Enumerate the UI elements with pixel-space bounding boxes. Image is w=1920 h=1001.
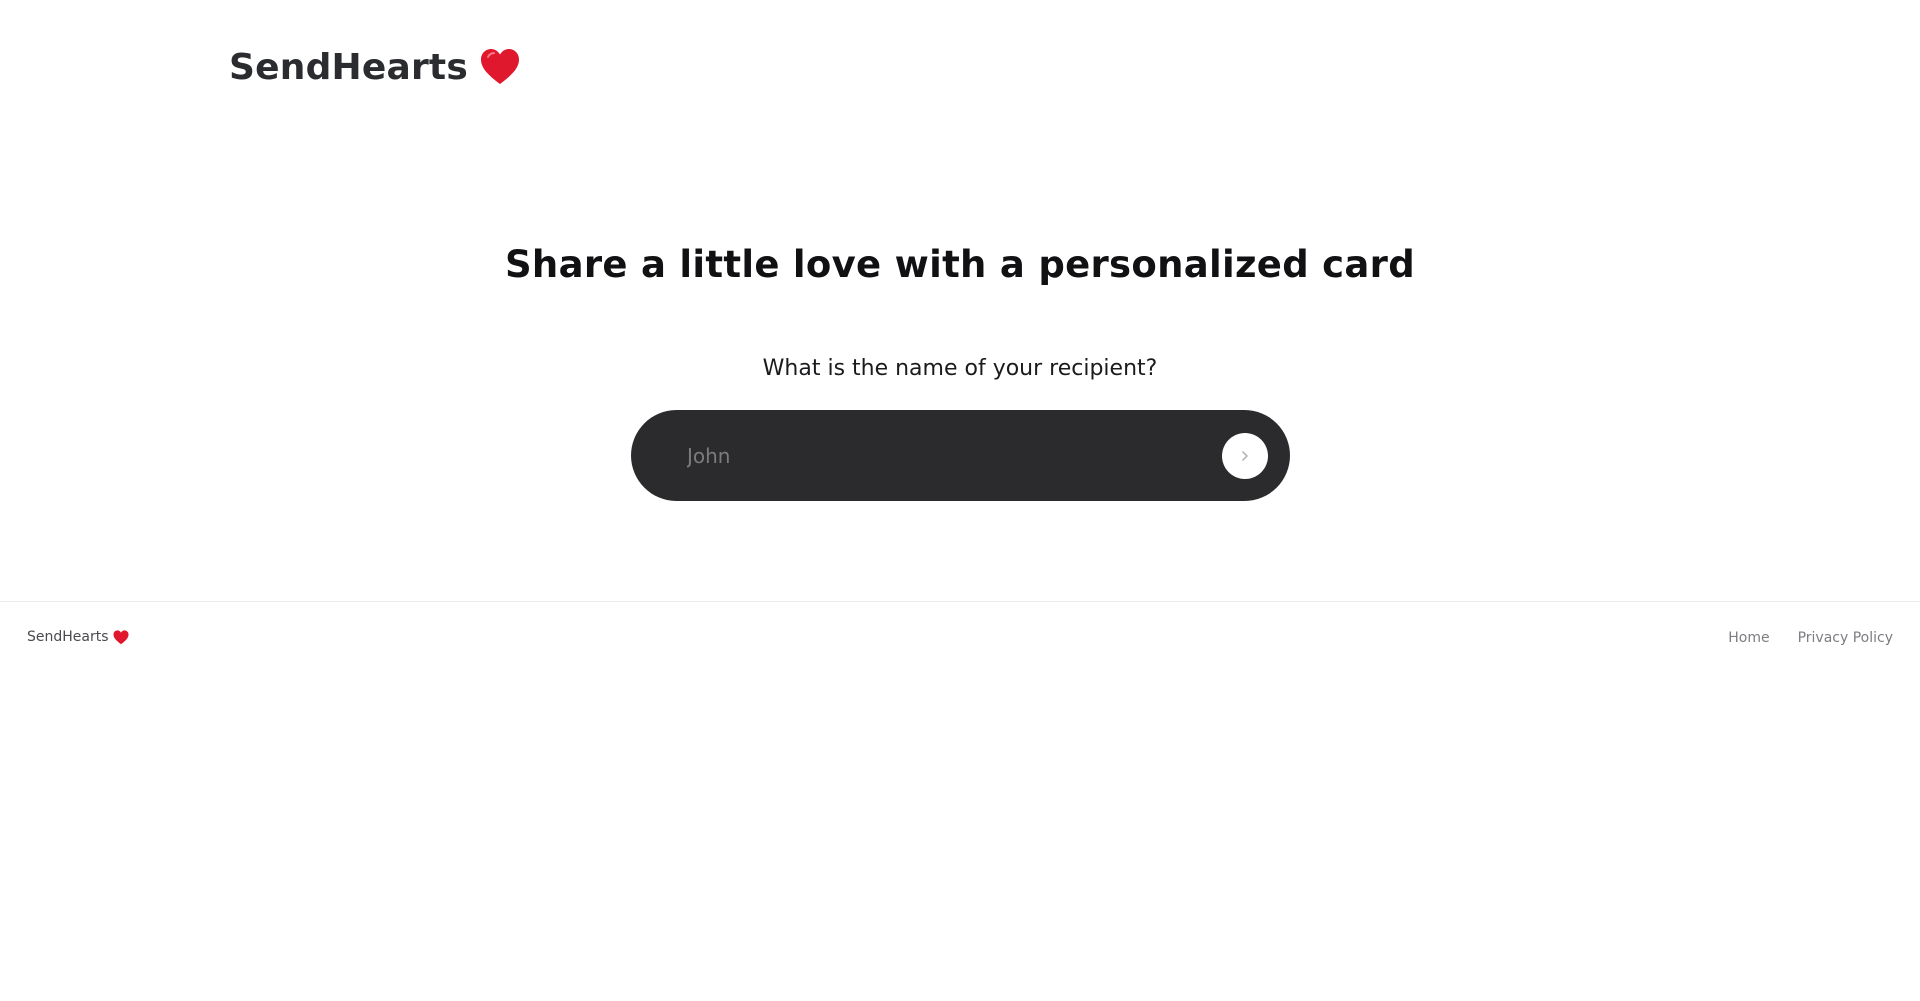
footer-link-privacy-policy[interactable]: Privacy Policy	[1798, 630, 1893, 646]
recipient-name-input[interactable]	[687, 430, 1222, 481]
footer-nav: Home Privacy Policy	[1728, 630, 1893, 646]
next-button[interactable]	[1222, 432, 1268, 479]
brand-name: SendHearts	[229, 46, 468, 88]
site-header: SendHearts	[229, 38, 520, 96]
chevron-right-icon	[1239, 449, 1251, 463]
recipient-name-form	[631, 410, 1290, 501]
heart-icon	[113, 629, 129, 645]
footer-link-home[interactable]: Home	[1728, 630, 1769, 646]
footer-brand-name: SendHearts	[27, 629, 109, 645]
page-headline: Share a little love with a personalized …	[504, 242, 1416, 286]
heart-icon	[480, 48, 520, 86]
footer-brand: SendHearts	[27, 629, 129, 645]
site-footer: SendHearts Home Privacy Policy	[0, 601, 1920, 677]
brand-logo-link[interactable]: SendHearts	[229, 47, 520, 88]
page: SendHearts Share a little love with a pe…	[0, 0, 1920, 1001]
recipient-question: What is the name of your recipient?	[762, 356, 1158, 381]
